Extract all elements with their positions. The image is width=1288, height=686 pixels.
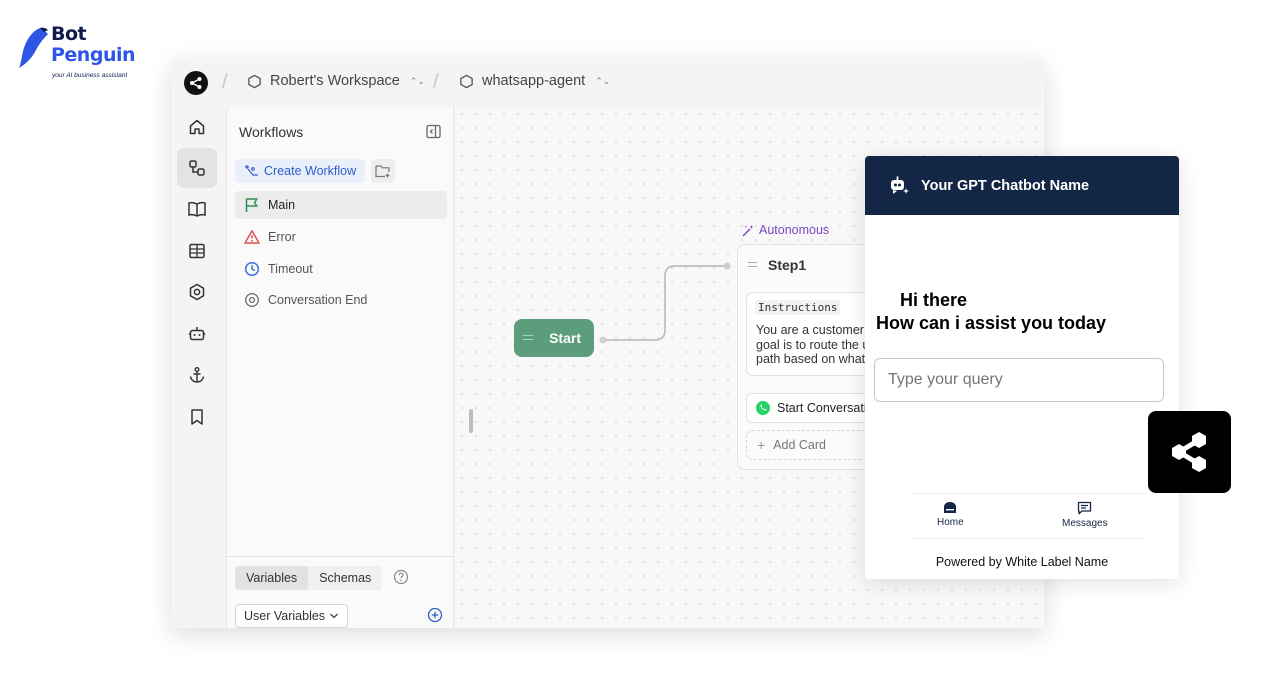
hexagon-icon [460,74,473,88]
chevron-updown-icon: ⌃⌄ [595,75,611,86]
clock-icon [244,261,260,277]
book-icon[interactable] [177,189,217,229]
logo-wordmark: Bot Penguin [51,23,136,66]
agent-name: whatsapp-agent [482,73,586,89]
flag-icon [245,198,258,212]
workflow-add-icon [245,164,258,176]
logo-tagline: your AI business assistant [52,72,128,79]
workflow-item-label: Error [268,230,296,244]
hexagon-icon [248,74,261,88]
variable-type-value: User Variables [244,609,326,623]
chatbot-name: Your GPT Chatbot Name [921,177,1090,194]
messages-icon [1078,501,1092,515]
drag-grip-icon [523,335,533,340]
workflow-item-label: Main [268,198,296,212]
bookmark-icon[interactable] [177,397,217,437]
app-logo-icon[interactable] [184,71,208,95]
drag-grip-icon [748,262,757,267]
logo-line1: Bot [51,23,87,45]
tab-variables[interactable]: Variables [235,566,309,590]
logo-line2: Penguin [51,44,136,66]
top-bar: / Robert's Workspace ⌃⌄ / whatsapp-agent… [172,59,1044,107]
chevron-down-icon [330,613,339,619]
chat-bottom-nav: Home Messages [910,493,1146,539]
powered-by-text: Powered by White Label Name [935,555,1109,569]
workflow-item-timeout[interactable]: Timeout [235,255,447,283]
workflow-item-label: Conversation End [268,293,368,307]
chatbot-avatar-icon [891,176,909,194]
home-filled-icon [944,502,957,513]
workflow-item-label: Timeout [268,262,313,276]
chat-header: Your GPT Chatbot Name [865,156,1179,215]
whatsapp-icon [756,401,770,415]
stop-circle-icon [244,292,260,308]
table-icon[interactable] [177,231,217,271]
new-folder-button[interactable] [371,159,395,183]
query-input[interactable] [874,358,1164,402]
share-button[interactable] [1148,411,1231,493]
step-title: Step1 [768,257,807,273]
collapse-panel-icon[interactable] [426,124,441,144]
home-icon[interactable] [177,107,217,147]
folder-add-icon [375,165,390,178]
add-variable-icon[interactable] [427,607,443,628]
magic-wand-icon [742,224,754,236]
start-conversation-label: Start Conversati [777,401,867,415]
instructions-tag: Instructions [755,300,841,315]
bot-icon[interactable] [177,314,217,354]
botpenguin-logo: Bot Penguin your AI business assistant [18,24,148,84]
plus-icon: + [757,437,766,453]
breadcrumb-separator: / [433,71,439,93]
panel-title: Workflows [239,124,304,140]
workflows-icon[interactable] [177,148,217,188]
workflow-item-conversation-end[interactable]: Conversation End [235,286,447,314]
start-node-label: Start [549,330,581,346]
workspace-name: Robert's Workspace [270,73,400,89]
breadcrumb-agent[interactable]: whatsapp-agent ⌃⌄ [459,73,610,89]
workflow-item-error[interactable]: Error [235,223,447,251]
create-workflow-label: Create Workflow [264,164,357,178]
start-node[interactable]: Start [514,319,594,357]
chevron-updown-icon: ⌃⌄ [409,75,425,86]
greeting-line-2: How can i assist you today [876,313,1107,333]
add-card-label: Add Card [773,438,826,452]
greeting-line-1: Hi there [900,290,968,310]
share-icon [1171,432,1206,472]
chat-widget: Your GPT Chatbot Name Hi there How can i… [865,156,1179,579]
create-workflow-button[interactable]: Create Workflow [235,159,366,183]
autonomous-badge: Autonomous [742,223,829,237]
nav-home[interactable]: Home [937,501,964,528]
help-icon[interactable] [393,569,409,590]
workflows-panel: Workflows Create Workflow Main Error Tim… [226,107,454,628]
nav-rail [172,107,222,628]
breadcrumb-workspace[interactable]: Robert's Workspace ⌃⌄ [247,73,425,89]
breadcrumb-separator: / [222,71,228,93]
autonomous-label: Autonomous [759,223,830,237]
nav-messages[interactable]: Messages [1062,501,1108,529]
tab-schemas[interactable]: Schemas [308,566,382,590]
variable-type-select[interactable]: User Variables [235,604,349,628]
variables-tabs: Variables Schemas [235,566,383,590]
nav-home-label: Home [937,517,964,528]
penguin-logo-icon [19,27,48,68]
workflow-item-main[interactable]: Main [235,191,447,219]
hexagon-settings-icon[interactable] [177,272,217,312]
warning-icon [244,230,260,244]
anchor-icon[interactable] [177,355,217,395]
nav-messages-label: Messages [1062,518,1108,529]
variables-section: Variables Schemas User Variables [227,556,453,628]
